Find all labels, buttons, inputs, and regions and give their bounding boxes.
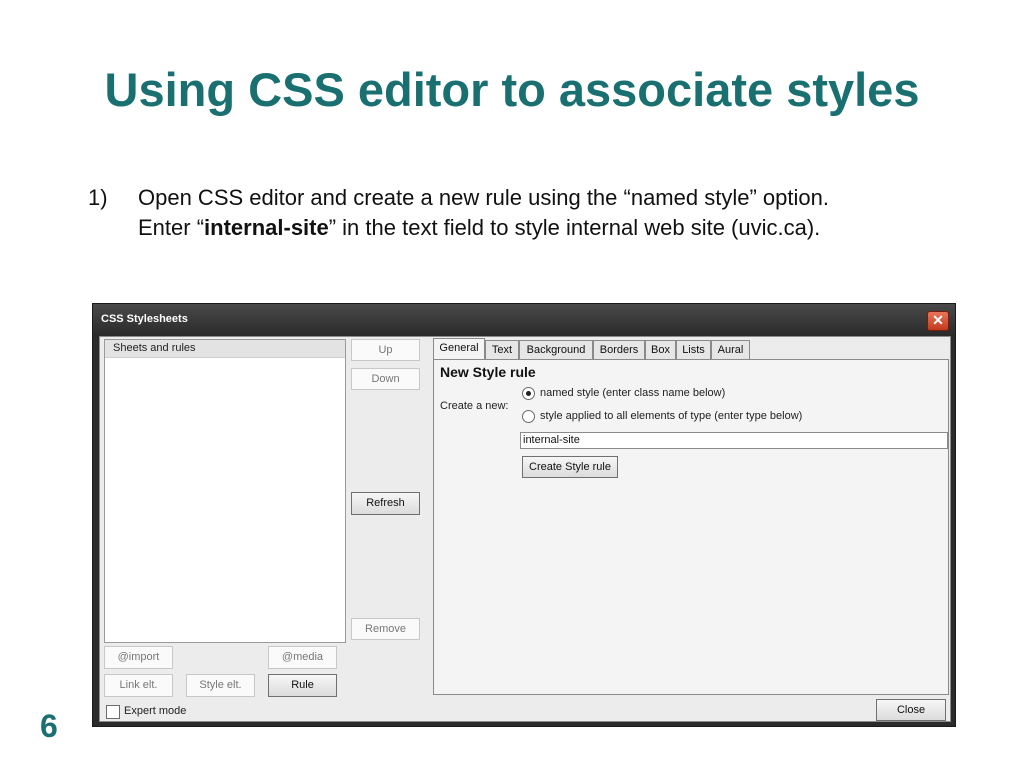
tree-header: Sheets and rules xyxy=(105,340,345,358)
bullet-line-1: Open CSS editor and create a new rule us… xyxy=(138,185,829,210)
rule-button[interactable]: Rule xyxy=(268,674,337,697)
media-button[interactable]: @media xyxy=(268,646,337,669)
slide-title: Using CSS editor to associate styles xyxy=(104,63,920,116)
radio-element-type[interactable] xyxy=(522,410,535,423)
close-icon[interactable]: ✕ xyxy=(927,311,949,331)
tab-aural[interactable]: Aural xyxy=(711,340,750,359)
panel-title: New Style rule xyxy=(440,364,536,380)
radio-named-style-label: named style (enter class name below) xyxy=(540,387,726,399)
close-button[interactable]: Close xyxy=(876,699,946,721)
refresh-button[interactable]: Refresh xyxy=(351,492,420,515)
tab-general[interactable]: General xyxy=(433,338,485,360)
dialog-client: Sheets and rules Up Down Refresh Remove … xyxy=(99,336,951,722)
expert-mode-label: Expert mode xyxy=(124,705,187,717)
down-button[interactable]: Down xyxy=(351,368,420,390)
expert-mode-checkbox[interactable] xyxy=(106,705,120,719)
remove-button[interactable]: Remove xyxy=(351,618,420,640)
import-button[interactable]: @import xyxy=(104,646,173,669)
bullet-line-2: Enter “internal-site” in the text field … xyxy=(138,213,988,243)
tab-box[interactable]: Box xyxy=(645,340,676,359)
create-style-rule-button[interactable]: Create Style rule xyxy=(522,456,618,478)
class-name-input[interactable]: internal-site xyxy=(520,432,948,449)
bullet-line-2-pre: Enter “ xyxy=(138,215,205,240)
radio-element-type-label: style applied to all elements of type (e… xyxy=(540,410,803,422)
tab-lists[interactable]: Lists xyxy=(676,340,711,359)
link-elt-button[interactable]: Link elt. xyxy=(104,674,173,697)
tab-borders[interactable]: Borders xyxy=(593,340,645,359)
style-elt-button[interactable]: Style elt. xyxy=(186,674,255,697)
css-stylesheets-dialog: CSS Stylesheets ✕ Sheets and rules Up Do… xyxy=(93,304,955,726)
sheets-and-rules-tree[interactable]: Sheets and rules xyxy=(104,339,346,643)
tab-text[interactable]: Text xyxy=(485,340,519,359)
bullet-number: 1) xyxy=(88,185,108,210)
bullet-line-2-post: ” in the text field to style internal we… xyxy=(328,215,821,240)
bullet-line-2-bold: internal-site xyxy=(204,215,329,240)
bullet-text: Open CSS editor and create a new rule us… xyxy=(138,183,988,243)
general-panel: New Style rule Create a new: named style… xyxy=(433,359,949,695)
radio-selected-dot xyxy=(526,391,531,396)
tab-background[interactable]: Background xyxy=(519,340,593,359)
create-a-new-label: Create a new: xyxy=(440,400,509,412)
up-button[interactable]: Up xyxy=(351,339,420,361)
radio-named-style[interactable] xyxy=(522,387,535,400)
dialog-titlebar: CSS Stylesheets ✕ xyxy=(93,304,955,336)
dialog-title: CSS Stylesheets xyxy=(101,313,188,325)
page-number: 6 xyxy=(40,708,58,744)
